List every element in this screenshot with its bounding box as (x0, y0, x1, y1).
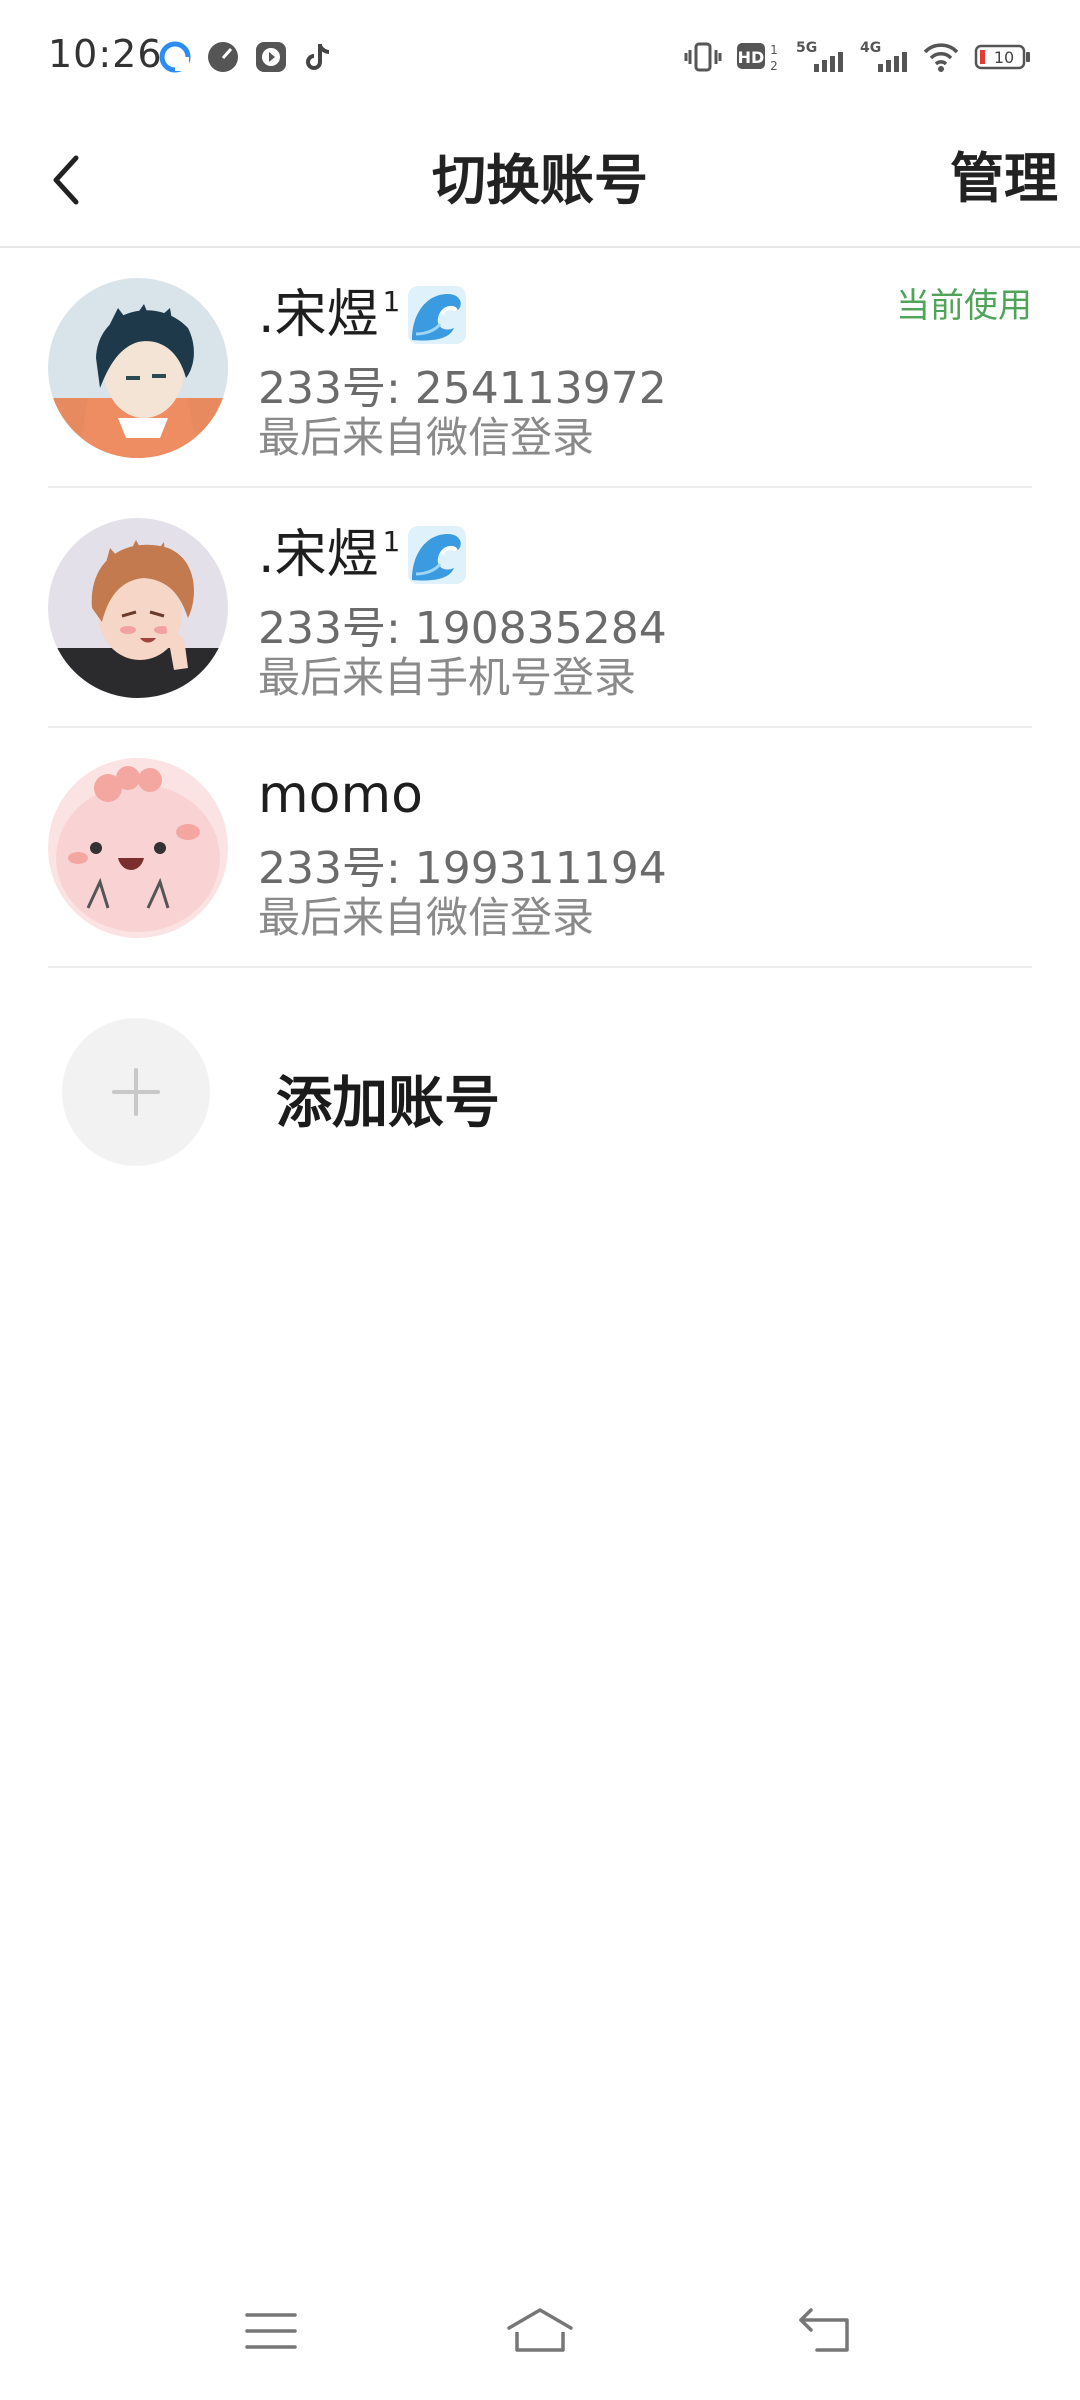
account-list: .宋煜 1 233号: 254113972 最后来自微信登录 当前使用 .宋煜 … (0, 248, 1080, 968)
wave-emoji-icon (408, 286, 467, 344)
hd-icon: HD 1 2 (736, 38, 780, 76)
wifi-icon (922, 38, 960, 76)
avatar (48, 758, 228, 938)
add-account-row[interactable]: 添加账号 (0, 976, 1080, 1176)
back-nav-button[interactable] (790, 2296, 860, 2366)
system-nav-bar (0, 2270, 1080, 2400)
tiktok-icon (302, 40, 336, 74)
account-name: .宋煜 (258, 525, 379, 585)
account-item[interactable]: momo 233号: 199311194 最后来自微信登录 (0, 728, 1080, 968)
svg-text:HD: HD (738, 48, 765, 67)
account-login-source: 最后来自手机号登录 (258, 653, 637, 702)
account-name: .宋煜 (258, 285, 379, 345)
back-nav-icon (799, 2308, 849, 2352)
nav-bar: 切换账号 管理 (0, 116, 1080, 248)
notification-icons (158, 40, 336, 74)
video-icon (254, 40, 288, 74)
browser-icon (158, 40, 192, 74)
svg-text:2: 2 (770, 59, 778, 73)
svg-text:1: 1 (770, 43, 778, 57)
wave-emoji-icon (408, 526, 467, 584)
battery-icon: 10 (974, 38, 1032, 76)
vibrate-icon (684, 38, 722, 76)
account-item[interactable]: .宋煜 1 233号: 190835284 最后来自手机号登录 (0, 488, 1080, 728)
account-item[interactable]: .宋煜 1 233号: 254113972 最后来自微信登录 当前使用 (0, 248, 1080, 488)
current-account-badge: 当前使用 (896, 286, 1032, 326)
svg-text:5G: 5G (796, 40, 817, 56)
divider (48, 966, 1032, 968)
home-icon (507, 2308, 573, 2352)
account-name-line: .宋煜 1 (258, 524, 468, 586)
system-icons: HD 1 2 5G 4G 10 (684, 38, 1032, 76)
account-level: 1 (382, 285, 401, 318)
account-name-line: .宋煜 1 (258, 284, 468, 346)
avatar (48, 278, 228, 458)
avatar (48, 518, 228, 698)
account-name: momo (258, 765, 423, 825)
account-level: 1 (382, 525, 401, 558)
account-name-line: momo (258, 764, 423, 826)
home-button[interactable] (505, 2296, 575, 2366)
add-account-button[interactable] (62, 1018, 210, 1166)
account-login-source: 最后来自微信登录 (258, 893, 595, 942)
page-title: 切换账号 (432, 149, 648, 212)
speed-icon (206, 40, 240, 74)
plus-icon (112, 1068, 160, 1116)
add-account-label: 添加账号 (276, 1071, 500, 1136)
signal-5g-icon: 5G (794, 38, 844, 76)
signal-4g-icon: 4G (858, 38, 908, 76)
menu-icon (245, 2313, 297, 2349)
manage-button[interactable]: 管理 (950, 134, 1058, 213)
status-bar: 10:26 HD 1 2 5G 4G 10 (0, 0, 1080, 116)
svg-text:10: 10 (994, 48, 1014, 67)
status-time: 10:26 (48, 32, 163, 76)
menu-button[interactable] (236, 2296, 306, 2366)
account-login-source: 最后来自微信登录 (258, 413, 595, 462)
svg-text:4G: 4G (860, 40, 881, 56)
